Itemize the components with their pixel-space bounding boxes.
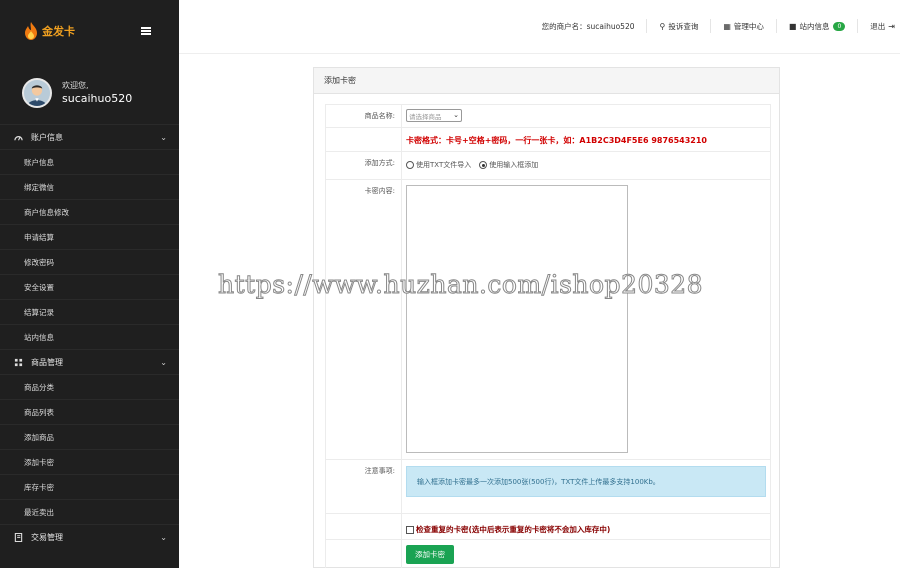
messages-link[interactable]: ■ 站内信息 0 bbox=[777, 19, 859, 33]
add-cards-panel: 添加卡密 商品名称: 请选择商品 ⌄ 卡密格式：卡号+空格+密码，一行一张卡，如… bbox=[313, 67, 780, 568]
sidebar-item-apply-settle[interactable]: 申请结算 bbox=[0, 224, 179, 249]
sidebar-item-product-list[interactable]: 商品列表 bbox=[0, 399, 179, 424]
product-select[interactable]: 请选择商品 ⌄ bbox=[406, 109, 462, 122]
add-cards-form: 商品名称: 请选择商品 ⌄ 卡密格式：卡号+空格+密码，一行一张卡，如：A1B2… bbox=[325, 104, 771, 568]
complaint-label: 投诉查询 bbox=[668, 21, 699, 31]
radio-input-label: 使用输入框添加 bbox=[489, 161, 539, 169]
radio-txt-label: 使用TXT文件导入 bbox=[416, 161, 472, 169]
card-format-hint: 卡密格式：卡号+空格+密码，一行一张卡，如：A1B2C3D4F5E6 98765… bbox=[406, 136, 707, 145]
notice-label: 注意事项: bbox=[326, 460, 402, 513]
chevron-down-icon: ⌄ bbox=[160, 533, 167, 542]
sidebar-item-messages[interactable]: 站内信息 bbox=[0, 324, 179, 349]
grid-icon bbox=[14, 358, 23, 367]
sidebar-item-account-info[interactable]: 账户信息 bbox=[0, 149, 179, 174]
menu-toggle-icon[interactable] bbox=[141, 27, 151, 35]
search-icon: ⚲ bbox=[659, 21, 666, 31]
flame-icon bbox=[24, 22, 38, 40]
check-duplicate-label: 检查重复的卡密(选中后表示重复的卡密将不会加入库存中) bbox=[416, 525, 611, 534]
product-select-value: 请选择商品 bbox=[409, 112, 442, 121]
sidebar-item-card-stock[interactable]: 库存卡密 bbox=[0, 474, 179, 499]
radio-input-add[interactable] bbox=[479, 161, 488, 169]
welcome-text: 欢迎您, bbox=[62, 81, 89, 90]
menu-group-label: 交易管理 bbox=[31, 532, 63, 542]
watermark-text: https://www.huzhan.com/ishop20328 bbox=[217, 270, 704, 300]
sidebar-item-add-product[interactable]: 添加商品 bbox=[0, 424, 179, 449]
content-label: 卡密内容: bbox=[326, 180, 402, 459]
card-content-textarea[interactable] bbox=[406, 185, 628, 453]
sidebar-item-settle-records[interactable]: 结算记录 bbox=[0, 299, 179, 324]
message-count-badge: 0 bbox=[833, 21, 846, 31]
radio-txt-import[interactable] bbox=[406, 161, 414, 169]
product-label: 商品名称: bbox=[326, 105, 402, 127]
menu-group-label: 账户信息 bbox=[31, 132, 63, 142]
sidebar-item-add-cards[interactable]: 添加卡密 bbox=[0, 449, 179, 474]
menu-group-trades[interactable]: 交易管理 ⌄ bbox=[0, 524, 179, 549]
method-label: 添加方式: bbox=[326, 152, 402, 179]
sidebar-item-change-password[interactable]: 修改密码 bbox=[0, 249, 179, 274]
check-duplicate-checkbox[interactable] bbox=[406, 525, 414, 534]
admin-link[interactable]: ▦ 管理中心 bbox=[711, 19, 777, 33]
chevron-down-icon: ⌄ bbox=[160, 133, 167, 142]
speedometer-icon bbox=[14, 133, 23, 142]
username: sucaihuo520 bbox=[62, 92, 133, 105]
logout-label: 退出 bbox=[870, 21, 886, 31]
submit-add-cards-button[interactable]: 添加卡密 bbox=[406, 545, 454, 564]
notice-alert: 输入框添加卡密最多一次添加500张(500行)，TXT文件上传最多支持100Kb… bbox=[406, 466, 766, 497]
sidebar-item-security[interactable]: 安全设置 bbox=[0, 274, 179, 299]
menu-group-account[interactable]: 账户信息 ⌄ bbox=[0, 124, 179, 149]
messages-label: 站内信息 bbox=[799, 21, 830, 31]
sidebar-item-edit-merchant[interactable]: 商户信息修改 bbox=[0, 199, 179, 224]
chevron-down-icon: ⌄ bbox=[160, 358, 167, 367]
logo-bar: 金发卡 bbox=[0, 0, 179, 62]
merchant-name: 您的商户名：sucaihuo520 bbox=[530, 19, 648, 33]
panel-title: 添加卡密 bbox=[314, 68, 779, 94]
complaint-link[interactable]: ⚲ 投诉查询 bbox=[647, 19, 712, 33]
logout-link[interactable]: 退出 ⇥ bbox=[858, 19, 900, 33]
sidebar-item-recent-sales[interactable]: 最近卖出 bbox=[0, 499, 179, 524]
topbar: 您的商户名：sucaihuo520 ⚲ 投诉查询 ▦ 管理中心 ■ 站内信息 0… bbox=[179, 0, 900, 54]
sidebar-item-categories[interactable]: 商品分类 bbox=[0, 374, 179, 399]
user-box: 欢迎您, sucaihuo520 bbox=[0, 62, 179, 124]
book-icon bbox=[14, 532, 23, 542]
grid-icon: ▦ bbox=[723, 21, 731, 31]
sidebar: 金发卡 欢迎您, sucaihuo520 账户信息 ⌄ 账户信息 绑定微信 商户… bbox=[0, 0, 179, 568]
admin-label: 管理中心 bbox=[733, 21, 764, 31]
chat-icon: ■ bbox=[788, 21, 797, 31]
menu-group-label: 商品管理 bbox=[31, 357, 63, 367]
menu-group-products[interactable]: 商品管理 ⌄ bbox=[0, 349, 179, 374]
sidebar-item-bind-wechat[interactable]: 绑定微信 bbox=[0, 174, 179, 199]
logout-icon: ⇥ bbox=[888, 21, 895, 31]
chevron-down-icon: ⌄ bbox=[453, 111, 459, 119]
avatar bbox=[22, 78, 52, 108]
brand-name[interactable]: 金发卡 bbox=[42, 23, 75, 39]
